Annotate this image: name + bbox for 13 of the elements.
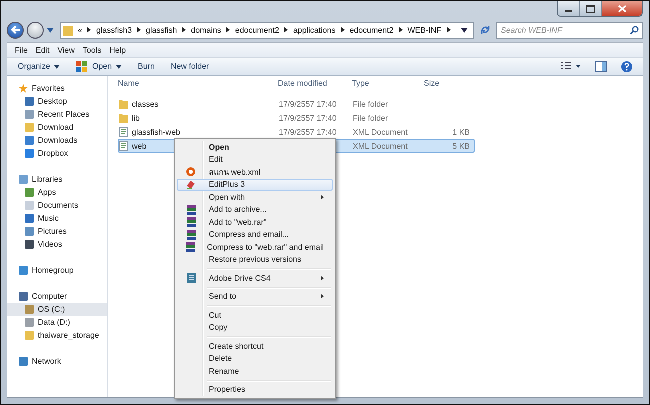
type-cell-text: XML Document bbox=[353, 128, 409, 136]
file-name: glassfish-web bbox=[132, 128, 180, 136]
date-cell-text: 17/9/2557 17:40 bbox=[279, 114, 338, 122]
size-cell-text: 1 KB bbox=[452, 128, 470, 136]
type-cell-text: XML Document bbox=[353, 142, 409, 150]
size-cell-text: 5 KB bbox=[452, 142, 470, 150]
date-cell-text: 17/9/2557 17:40 bbox=[279, 100, 338, 108]
type-cell-text: File folder bbox=[353, 114, 390, 122]
type-cell-text: File folder bbox=[353, 100, 390, 108]
file-name: classes bbox=[132, 100, 159, 108]
file-name: lib bbox=[132, 114, 140, 122]
file-name: web bbox=[132, 142, 147, 150]
date-cell-text: 17/9/2557 17:40 bbox=[279, 128, 338, 136]
